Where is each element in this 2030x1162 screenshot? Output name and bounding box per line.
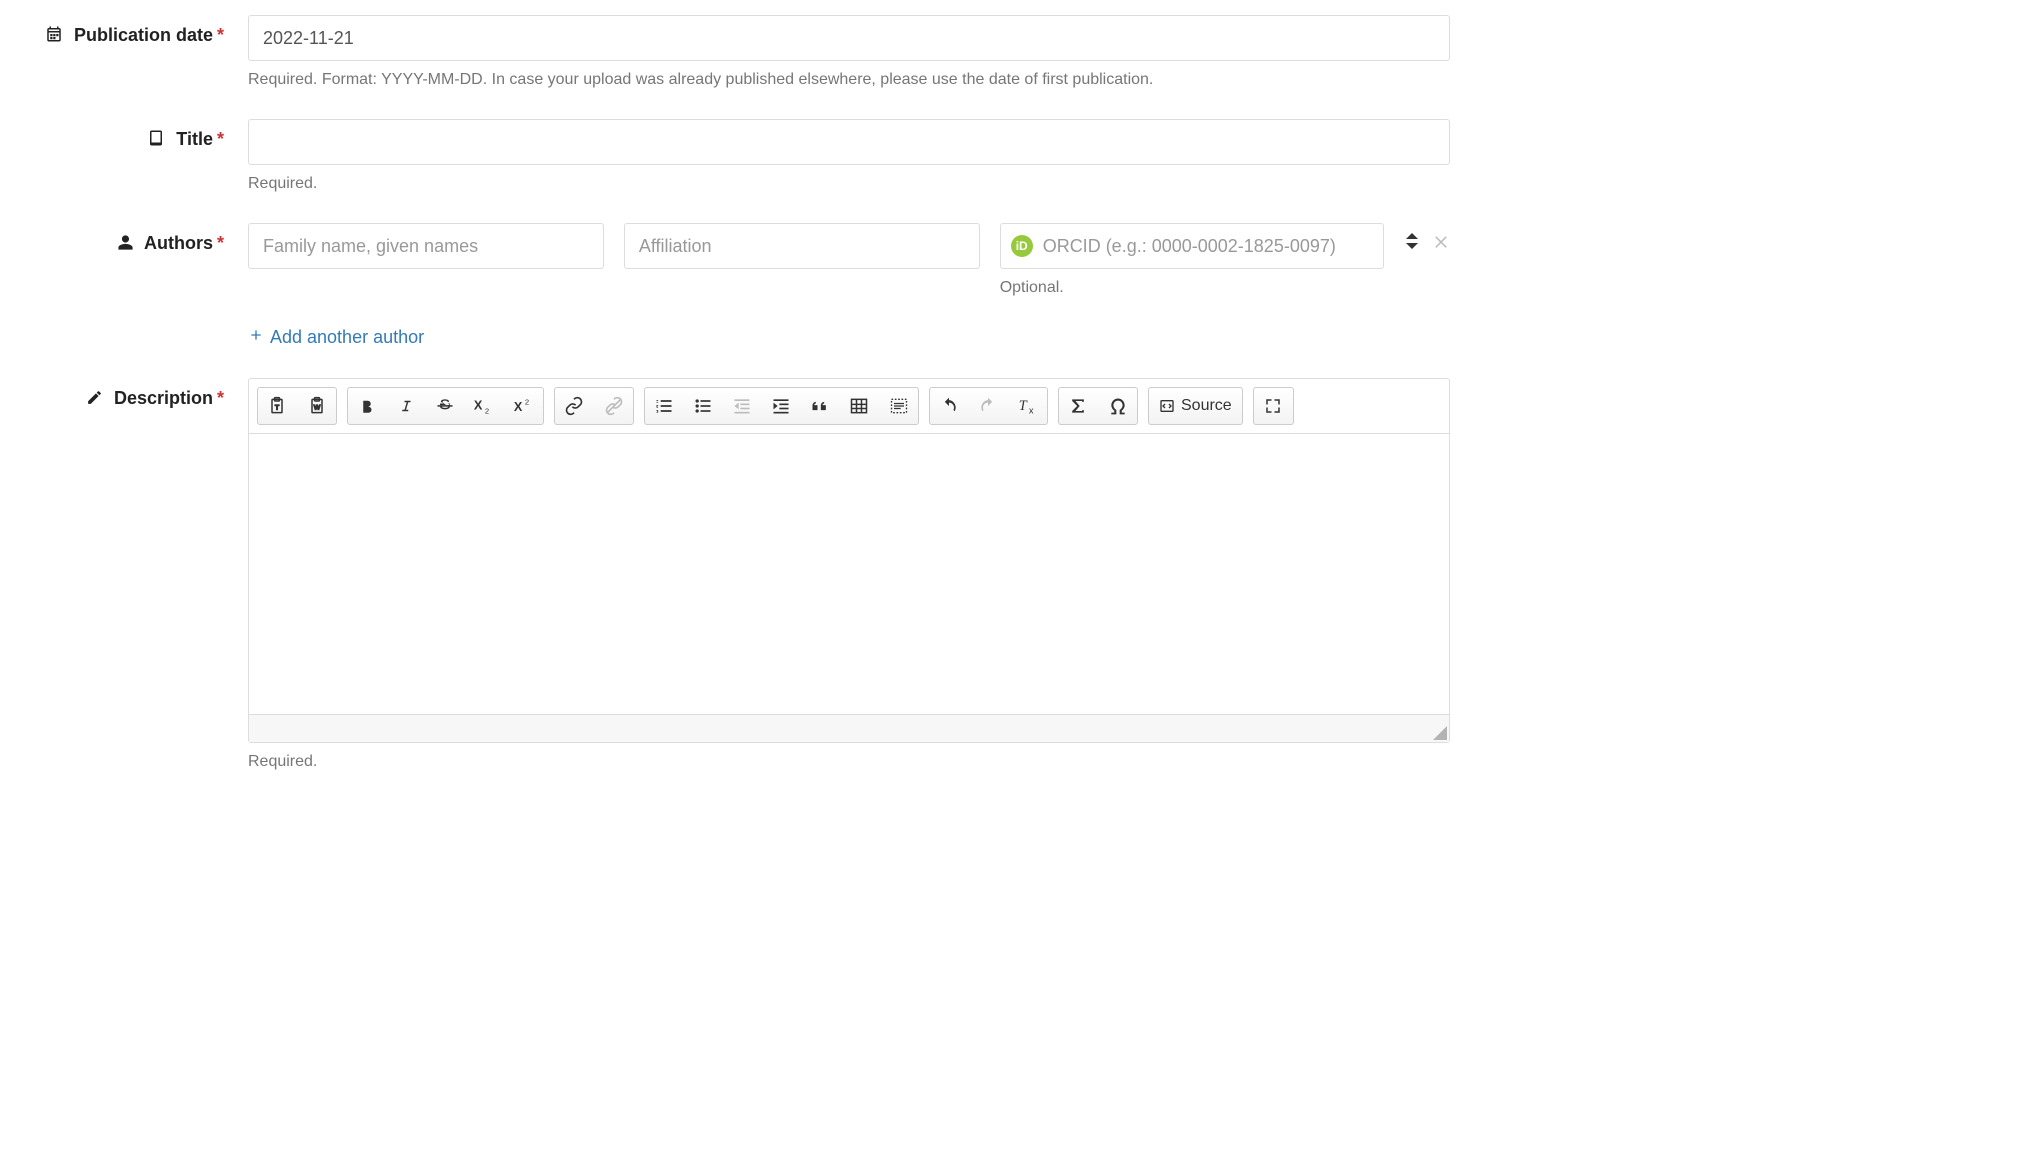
title-help: Required. bbox=[248, 175, 1450, 193]
add-author-link[interactable]: Add another author bbox=[248, 327, 424, 348]
italic-button[interactable] bbox=[387, 388, 426, 424]
author-affiliation-input[interactable] bbox=[624, 223, 980, 269]
required-asterisk: * bbox=[217, 25, 224, 45]
publication-date-help: Required. Format: YYYY-MM-DD. In case yo… bbox=[248, 71, 1450, 89]
svg-text:X: X bbox=[474, 398, 483, 412]
authors-label: Authors* bbox=[10, 223, 248, 256]
svg-text:x: x bbox=[1028, 406, 1033, 416]
pencil-icon bbox=[86, 389, 103, 411]
editor-footer bbox=[249, 714, 1449, 742]
required-asterisk: * bbox=[217, 388, 224, 408]
math-sigma-button[interactable] bbox=[1059, 388, 1098, 424]
maximize-button[interactable] bbox=[1254, 388, 1293, 424]
publication-date-label: Publication date* bbox=[10, 15, 248, 48]
title-input[interactable] bbox=[248, 119, 1450, 165]
redo-button[interactable] bbox=[969, 388, 1008, 424]
plus-icon bbox=[248, 327, 264, 348]
sort-handle-icon[interactable] bbox=[1404, 231, 1420, 251]
indent-button[interactable] bbox=[762, 388, 801, 424]
unordered-list-button[interactable] bbox=[684, 388, 723, 424]
calendar-icon bbox=[45, 25, 63, 48]
description-help: Required. bbox=[248, 753, 1450, 771]
superscript-button[interactable]: X2 bbox=[504, 388, 543, 424]
required-asterisk: * bbox=[217, 233, 224, 253]
publication-date-input[interactable] bbox=[248, 15, 1450, 61]
author-orcid-input[interactable] bbox=[1000, 223, 1384, 269]
field-publication-date: Publication date* Required. Format: YYYY… bbox=[10, 15, 1450, 89]
field-title: Title* Required. bbox=[10, 119, 1450, 193]
svg-text:W: W bbox=[313, 404, 320, 411]
required-asterisk: * bbox=[217, 129, 224, 149]
field-authors: Authors* iD Optional. bbox=[10, 223, 1450, 348]
rich-text-editor: T W X2 X2 bbox=[248, 378, 1450, 743]
editor-toolbar: T W X2 X2 bbox=[249, 379, 1449, 434]
field-description: Description* T W bbox=[10, 378, 1450, 771]
paste-text-button[interactable]: T bbox=[258, 388, 297, 424]
author-name-input[interactable] bbox=[248, 223, 604, 269]
table-button[interactable] bbox=[840, 388, 879, 424]
outdent-button[interactable] bbox=[723, 388, 762, 424]
orcid-optional-text: Optional. bbox=[1000, 279, 1384, 297]
source-button[interactable]: Source bbox=[1149, 388, 1242, 424]
bold-button[interactable] bbox=[348, 388, 387, 424]
svg-text:2: 2 bbox=[524, 397, 528, 406]
remove-author-icon[interactable] bbox=[1432, 232, 1450, 250]
svg-text:T: T bbox=[275, 404, 279, 411]
svg-text:2: 2 bbox=[485, 407, 489, 415]
description-label: Description* bbox=[10, 378, 248, 411]
undo-button[interactable] bbox=[930, 388, 969, 424]
subscript-button[interactable]: X2 bbox=[465, 388, 504, 424]
editor-textarea[interactable] bbox=[249, 434, 1449, 714]
remove-format-button[interactable]: Tx bbox=[1008, 388, 1047, 424]
svg-text:X: X bbox=[513, 400, 522, 414]
special-char-button[interactable] bbox=[1098, 388, 1137, 424]
resize-grip-icon[interactable] bbox=[1431, 724, 1447, 740]
title-label: Title* bbox=[10, 119, 248, 152]
link-button[interactable] bbox=[555, 388, 594, 424]
paste-word-button[interactable]: W bbox=[297, 388, 336, 424]
svg-text:T: T bbox=[1018, 398, 1027, 414]
orcid-icon: iD bbox=[1011, 235, 1033, 257]
user-icon bbox=[117, 234, 134, 256]
unlink-button[interactable] bbox=[594, 388, 633, 424]
strikethrough-button[interactable] bbox=[426, 388, 465, 424]
book-icon bbox=[147, 129, 165, 152]
code-block-button[interactable] bbox=[879, 388, 918, 424]
ordered-list-button[interactable] bbox=[645, 388, 684, 424]
blockquote-button[interactable] bbox=[801, 388, 840, 424]
